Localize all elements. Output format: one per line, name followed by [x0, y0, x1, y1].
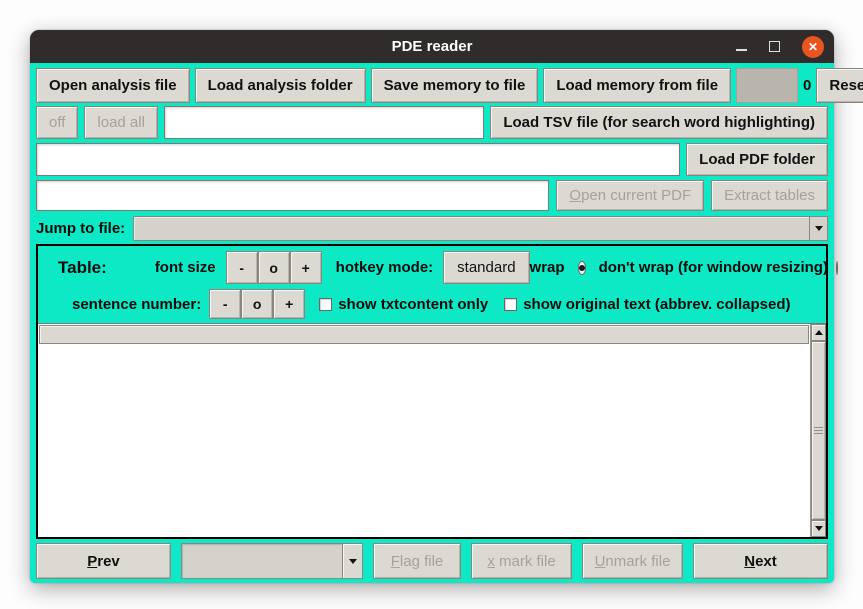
toolbar-row-1: Open analysis file Load analysis folder …	[36, 68, 828, 103]
scroll-down-icon[interactable]	[811, 520, 826, 537]
table-text-area[interactable]	[38, 344, 810, 537]
scroll-up-icon[interactable]	[811, 324, 826, 341]
nowrap-radio[interactable]	[836, 261, 838, 275]
table-text-container	[38, 324, 810, 537]
jump-to-file-combobox[interactable]	[133, 216, 828, 241]
reset-form-button[interactable]: Reset form	[816, 68, 863, 103]
horizontal-scrollbar[interactable]	[39, 325, 809, 344]
scrollbar-thumb[interactable]	[811, 341, 826, 520]
minimize-icon[interactable]	[736, 49, 747, 51]
footer-row: Prev Flag file x mark file Unmark file N…	[36, 543, 828, 579]
load-analysis-folder-button[interactable]: Load analysis folder	[195, 68, 366, 103]
show-txtcontent-checkbox[interactable]	[319, 298, 332, 311]
window-title: PDE reader	[392, 38, 473, 55]
toolbar-row-2: off load all Load TSV file (for search w…	[36, 106, 828, 139]
file-combobox-value	[182, 544, 342, 578]
window-controls: ✕	[736, 30, 824, 63]
file-select-combobox[interactable]	[181, 543, 363, 579]
load-memory-from-file-button[interactable]: Load memory from file	[543, 68, 731, 103]
toolbar-row-4: Open current PDF Extract tables	[36, 180, 828, 211]
titlebar[interactable]: PDE reader ✕	[30, 30, 834, 63]
font-size-label: font size	[155, 259, 216, 276]
hotkey-mode-label: hotkey mode:	[336, 259, 434, 276]
current-pdf-entry[interactable]	[36, 180, 549, 211]
window-content: Open analysis file Load analysis folder …	[30, 63, 834, 583]
show-original-checkbox[interactable]	[504, 298, 517, 311]
load-all-button[interactable]: load all	[84, 106, 158, 139]
maximize-icon[interactable]	[769, 41, 780, 52]
next-button[interactable]: Next	[693, 543, 828, 579]
font-size-minus-button[interactable]: -	[226, 251, 258, 284]
extract-tables-button[interactable]: Extract tables	[711, 180, 828, 211]
pdf-folder-entry[interactable]	[36, 143, 680, 176]
show-original-label: show original text (abbrev. collapsed)	[523, 296, 790, 313]
sentence-number-reset-button[interactable]: o	[241, 289, 273, 319]
sentence-number-plus-button[interactable]: +	[273, 289, 305, 319]
x-mark-file-button[interactable]: x mark file	[471, 543, 572, 579]
chevron-down-icon[interactable]	[809, 217, 827, 240]
table-section: Table: font size - o + hotkey mode: stan…	[36, 244, 828, 539]
vertical-scrollbar[interactable]	[810, 324, 826, 537]
sentence-number-label: sentence number:	[72, 296, 201, 313]
show-txtcontent-label: show txtcontent only	[338, 296, 488, 313]
memory-count-label: 0	[803, 68, 811, 103]
jump-to-file-label: Jump to file:	[36, 216, 125, 241]
toolbar-row-3: Load PDF folder	[36, 143, 828, 176]
pde-reader-window: PDE reader ✕ Open analysis file Load ana…	[30, 30, 834, 583]
load-tsv-button[interactable]: Load TSV file (for search word highlight…	[490, 106, 828, 139]
nowrap-option-label: don't wrap (for window resizing)	[599, 259, 828, 276]
wrap-option-label: wrap	[530, 259, 565, 276]
open-analysis-file-button[interactable]: Open analysis file	[36, 68, 190, 103]
table-controls-row-1: Table: font size - o + hotkey mode: stan…	[38, 251, 826, 284]
memory-entry[interactable]	[736, 68, 798, 103]
flag-file-button[interactable]: Flag file	[373, 543, 461, 579]
load-pdf-folder-button[interactable]: Load PDF folder	[686, 143, 828, 176]
save-memory-to-file-button[interactable]: Save memory to file	[371, 68, 539, 103]
wrap-radio[interactable]	[578, 261, 586, 275]
table-body	[38, 323, 826, 537]
chevron-down-icon[interactable]	[342, 544, 362, 578]
hotkey-mode-button[interactable]: standard	[443, 251, 529, 284]
unmark-file-button[interactable]: Unmark file	[582, 543, 683, 579]
font-size-reset-button[interactable]: o	[258, 251, 290, 284]
jump-to-file-row: Jump to file:	[36, 216, 828, 241]
open-current-pdf-button[interactable]: Open current PDF	[556, 180, 704, 211]
table-section-title: Table:	[58, 258, 107, 278]
close-icon[interactable]: ✕	[802, 36, 824, 58]
font-size-plus-button[interactable]: +	[290, 251, 322, 284]
prev-button[interactable]: Prev	[36, 543, 171, 579]
sentence-number-minus-button[interactable]: -	[209, 289, 241, 319]
table-controls-row-2: sentence number: - o + show txtcontent o…	[38, 289, 826, 319]
search-word-entry[interactable]	[164, 106, 484, 139]
off-button[interactable]: off	[36, 106, 78, 139]
jump-combobox-value	[134, 217, 809, 240]
